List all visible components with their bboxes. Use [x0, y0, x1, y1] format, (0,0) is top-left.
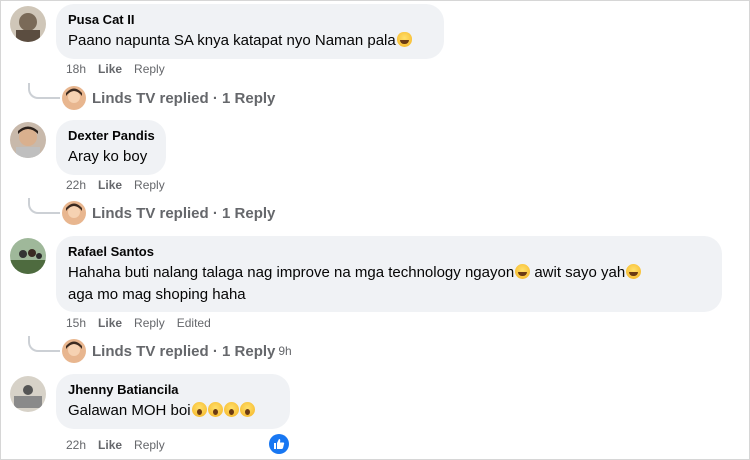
avatar[interactable] [10, 376, 46, 412]
avatar [62, 86, 86, 110]
comment-time[interactable]: 22h [66, 178, 86, 192]
comment-author[interactable]: Rafael Santos [68, 244, 710, 260]
avatar [62, 201, 86, 225]
surprised-face-icon [191, 402, 207, 417]
comment-author[interactable]: Jhenny Batiancila [68, 382, 278, 398]
comment-text-content: Galawan MOH boi [68, 402, 191, 419]
comment-text: Aray ko boy [68, 148, 148, 165]
comment-text: Hahaha buti nalang talaga nag improve na… [68, 262, 710, 306]
like-button[interactable]: Like [98, 316, 122, 330]
comment-actions: 22h Like Reply [66, 437, 177, 453]
comment-time[interactable]: 18h [66, 62, 86, 76]
reply-button[interactable]: Reply [134, 62, 165, 76]
reply-time: 9h [278, 344, 292, 358]
comment-bubble: Dexter Pandis Aray ko boy [56, 120, 166, 175]
comment-bubble: Rafael Santos Hahaha buti nalang talaga … [56, 236, 722, 312]
comment-actions: 22h Like Reply [66, 177, 177, 193]
like-button[interactable]: Like [98, 438, 122, 452]
avatar[interactable] [10, 122, 46, 158]
replies-label: Linds TV replied · 1 Reply [92, 89, 276, 107]
reply-button[interactable]: Reply [134, 438, 165, 452]
like-button[interactable]: Like [98, 178, 122, 192]
comment-bubble: Jhenny Batiancila Galawan MOH boi [56, 374, 290, 429]
comment-time[interactable]: 15h [66, 316, 86, 330]
comment-text: Galawan MOH boi [68, 400, 278, 422]
thread-connector [28, 198, 60, 214]
replies-label: Linds TV replied · 1 Reply [92, 342, 276, 360]
surprised-face-icon [207, 402, 223, 417]
comment-actions: 18h Like Reply [66, 61, 177, 77]
view-replies-link[interactable]: Linds TV replied · 1 Reply 9h [62, 339, 292, 363]
surprised-face-icon [223, 402, 239, 417]
comment-author[interactable]: Dexter Pandis [68, 128, 155, 144]
avatar[interactable] [10, 6, 46, 42]
surprised-face-icon [239, 402, 255, 417]
comment-text: Paano napunta SA knya katapat nyo Naman … [68, 30, 432, 52]
tears-of-joy-icon [626, 264, 642, 279]
comment-time[interactable]: 22h [66, 438, 86, 452]
like-button[interactable]: Like [98, 62, 122, 76]
view-replies-link[interactable]: Linds TV replied · 1 Reply [62, 201, 275, 225]
comment-actions: 15h Like Reply Edited [66, 315, 223, 331]
comment-author[interactable]: Pusa Cat II [68, 12, 432, 28]
comment-text-line: aga mo mag shoping haha [68, 286, 246, 303]
view-replies-link[interactable]: Linds TV replied · 1 Reply [62, 86, 275, 110]
reply-button[interactable]: Reply [134, 178, 165, 192]
tears-of-joy-icon [515, 264, 531, 279]
edited-label: Edited [176, 316, 211, 330]
avatar [62, 339, 86, 363]
reply-button[interactable]: Reply [134, 316, 165, 330]
thumbs-up-icon[interactable] [269, 434, 289, 454]
comment-text-line: Hahaha buti nalang talaga nag improve na… [68, 264, 515, 281]
comment-bubble: Pusa Cat II Paano napunta SA knya katapa… [56, 4, 444, 59]
thread-connector [28, 336, 60, 352]
avatar[interactable] [10, 238, 46, 274]
comment-text-line: awit sayo yah [530, 264, 626, 281]
crying-laughing-cat-icon [396, 32, 412, 47]
thread-connector [28, 83, 60, 99]
comment-text-content: Paano napunta SA knya katapat nyo Naman … [68, 32, 396, 49]
replies-label: Linds TV replied · 1 Reply [92, 204, 276, 222]
